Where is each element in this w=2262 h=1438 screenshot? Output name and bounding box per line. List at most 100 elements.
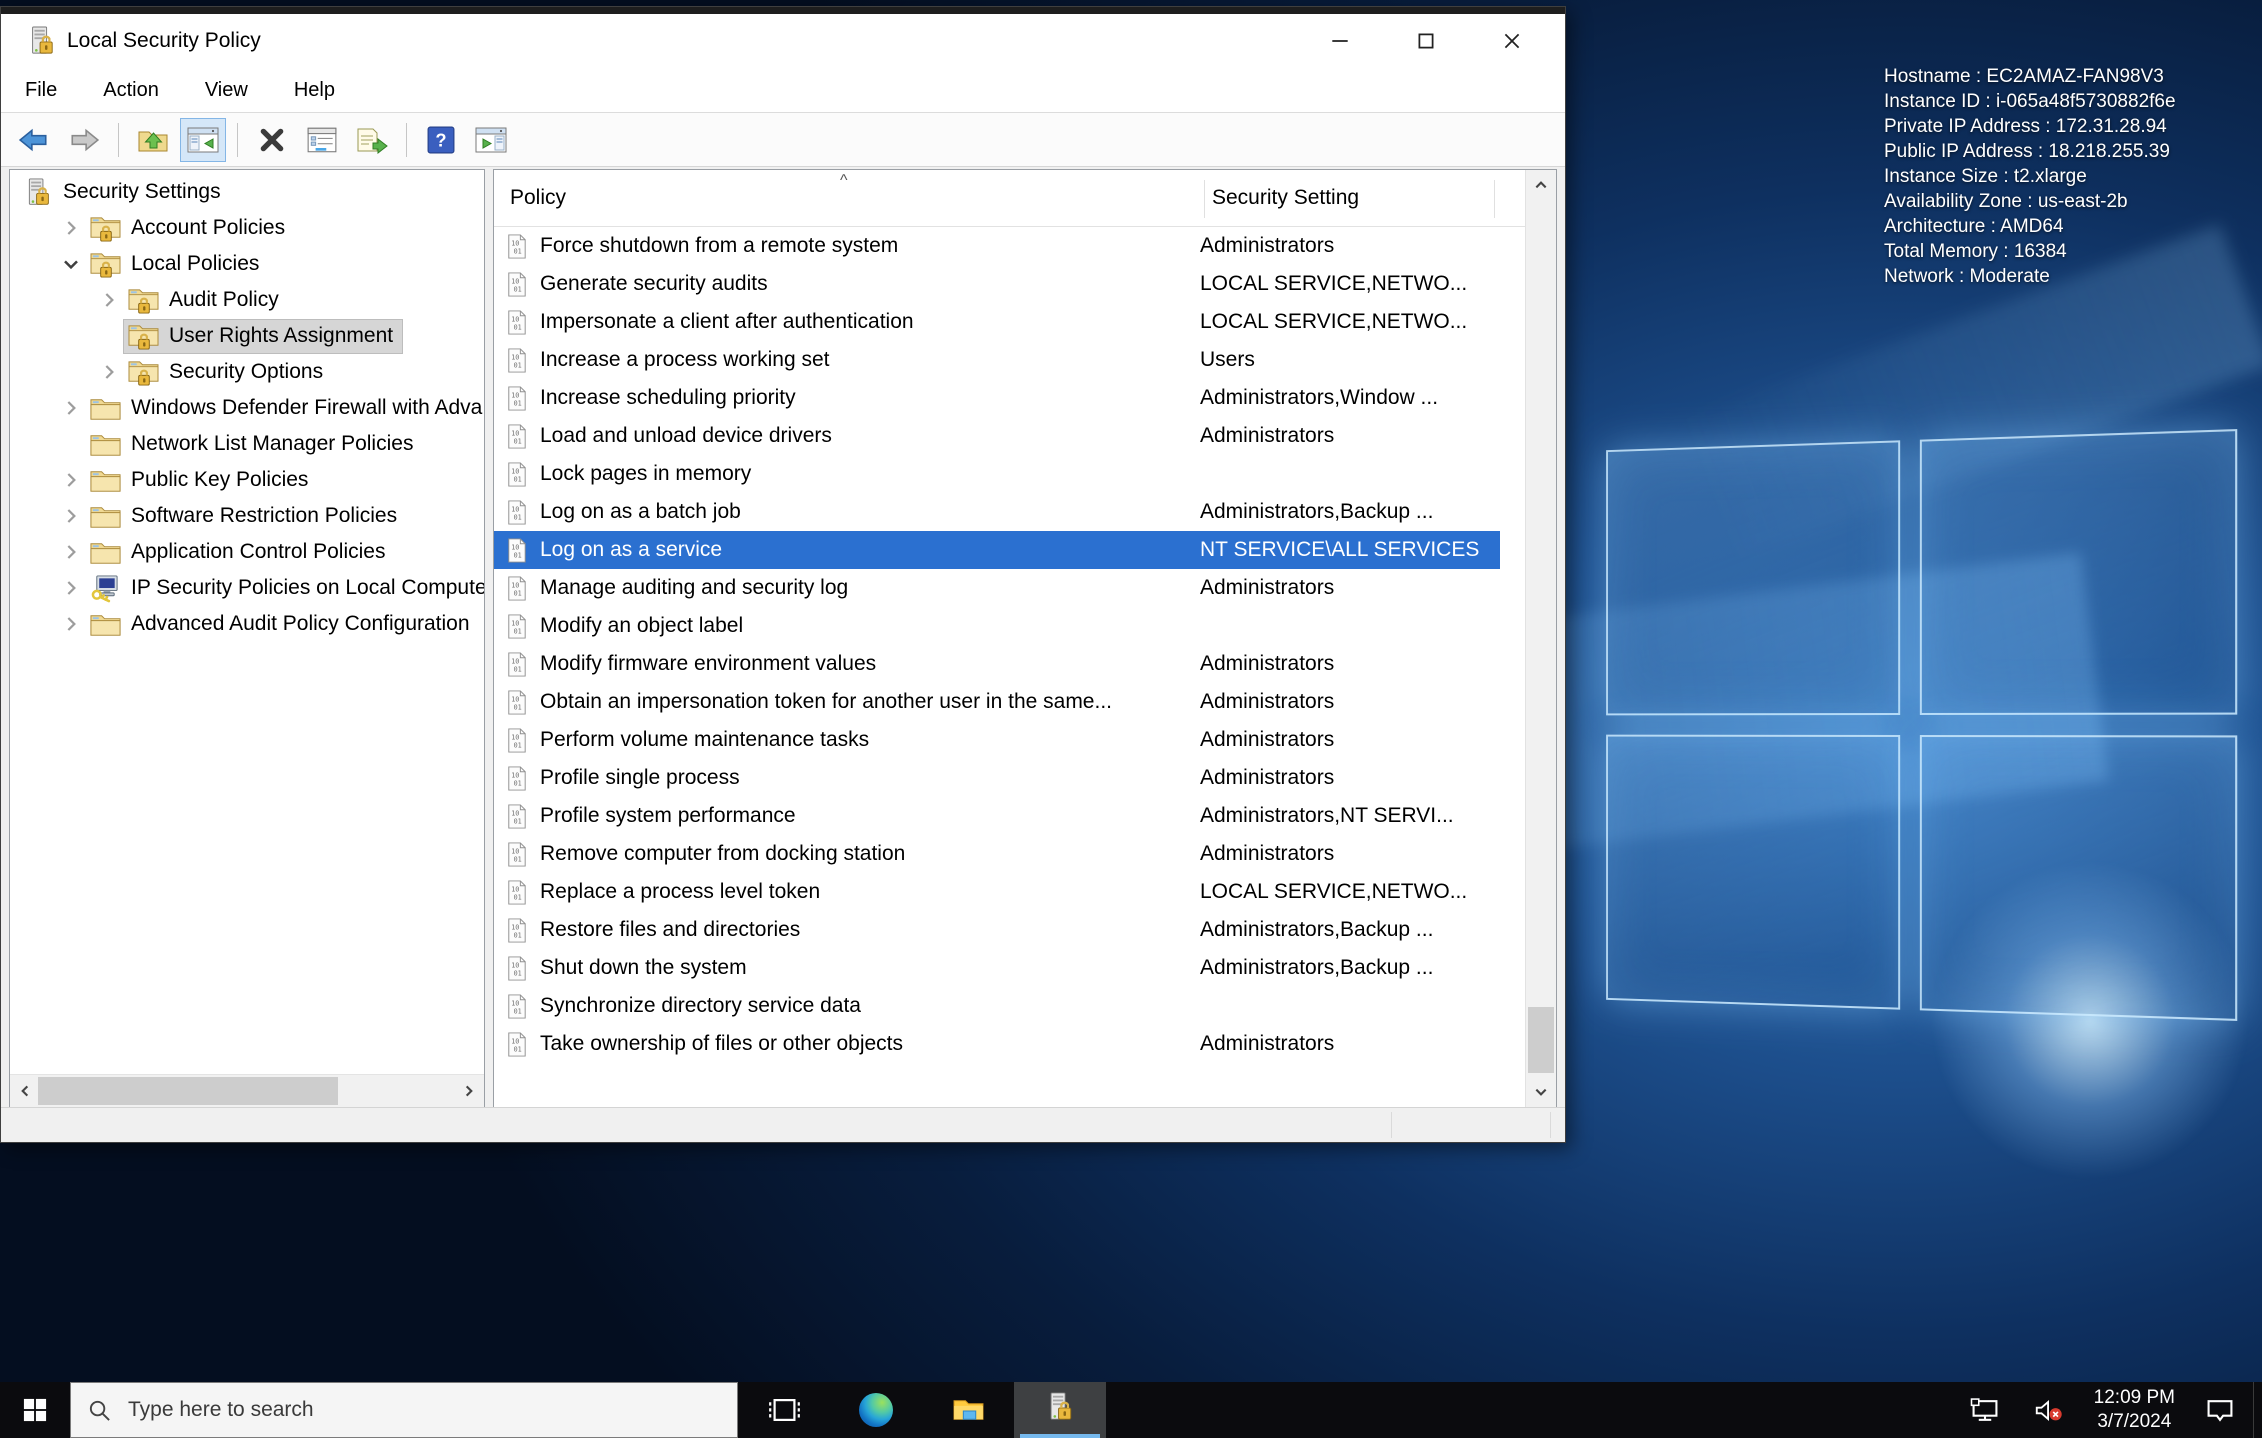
tree-item-content[interactable]: Account Policies <box>86 212 294 245</box>
scroll-down-arrow[interactable] <box>1526 1077 1556 1107</box>
tree-item-windows-defender-firewall-with-adva[interactable]: Windows Defender Firewall with Adva <box>10 390 484 426</box>
title-bar[interactable]: Local Security Policy <box>1 14 1565 68</box>
column-divider[interactable] <box>1494 180 1495 218</box>
tree-item-content[interactable]: Audit Policy <box>124 284 288 317</box>
collapse-chevron-icon[interactable] <box>56 249 86 279</box>
up-one-level-button[interactable] <box>130 118 176 162</box>
policy-row-lock-pages-in-memory[interactable]: 10 01 Lock pages in memory <box>494 455 1500 493</box>
show-action-pane-button[interactable] <box>468 118 514 162</box>
tree-item-public-key-policies[interactable]: Public Key Policies <box>10 462 484 498</box>
expand-chevron-icon[interactable] <box>56 609 86 639</box>
column-divider[interactable] <box>1204 180 1205 218</box>
tree-item-audit-policy[interactable]: Audit Policy <box>10 282 484 318</box>
show-desktop-button[interactable] <box>2253 1382 2262 1438</box>
back-button[interactable] <box>11 118 57 162</box>
menu-action[interactable]: Action <box>103 79 159 102</box>
expand-chevron-icon[interactable] <box>56 393 86 423</box>
tree-item-content[interactable]: IP Security Policies on Local Compute <box>86 572 484 605</box>
forward-button[interactable] <box>61 118 107 162</box>
policy-row-shut-down-the-system[interactable]: 10 01 Shut down the system Administrators,B… <box>494 949 1500 987</box>
expand-chevron-icon[interactable] <box>56 465 86 495</box>
taskbar-clock[interactable]: 12:09 PM 3/7/2024 <box>2094 1386 2175 1434</box>
scroll-right-arrow[interactable] <box>454 1075 484 1107</box>
tree-item-content[interactable]: Security Options <box>124 356 332 389</box>
tree-item-content[interactable]: Application Control Policies <box>86 536 394 569</box>
tree-item-content[interactable]: Local Policies <box>86 248 268 281</box>
policy-row-generate-security-audits[interactable]: 10 01 Generate security audits LOCAL SERVIC… <box>494 265 1500 303</box>
menu-view[interactable]: View <box>205 79 248 102</box>
expand-chevron-icon[interactable] <box>56 573 86 603</box>
expand-chevron-icon[interactable] <box>56 501 86 531</box>
list-vertical-scrollbar[interactable] <box>1525 170 1556 1107</box>
tree-item-account-policies[interactable]: Account Policies <box>10 210 484 246</box>
show-console-tree-button[interactable] <box>180 117 226 162</box>
tree-horizontal-scrollbar[interactable] <box>10 1074 484 1107</box>
minimize-button[interactable] <box>1297 14 1383 68</box>
policy-row-log-on-as-a-batch-job[interactable]: 10 01 Log on as a batch job Administrators,… <box>494 493 1500 531</box>
policy-row-load-and-unload-device-drivers[interactable]: 10 01 Load and unload device drivers Admini… <box>494 417 1500 455</box>
policy-row-take-ownership-of-files-or-other-objects[interactable]: 10 01 Take ownership of files or other obj… <box>494 1025 1500 1063</box>
tree-item-content[interactable]: Windows Defender Firewall with Adva <box>86 392 484 425</box>
policy-row-increase-scheduling-priority[interactable]: 10 01 Increase scheduling priority Administ… <box>494 379 1500 417</box>
policy-row-perform-volume-maintenance-tasks[interactable]: 10 01 Perform volume maintenance tasks Admi… <box>494 721 1500 759</box>
maximize-button[interactable] <box>1383 14 1469 68</box>
column-header-policy[interactable]: Policy <box>510 170 566 226</box>
expand-chevron-icon[interactable] <box>56 213 86 243</box>
policy-row-log-on-as-a-service[interactable]: 10 01 Log on as a service NT SERVICE\ALL SE… <box>494 531 1500 569</box>
delete-button[interactable] <box>249 118 295 162</box>
tree-item-local-policies[interactable]: Local Policies <box>10 246 484 282</box>
start-button[interactable] <box>0 1382 70 1438</box>
help-button[interactable]: ? <box>418 118 464 162</box>
tree-item-software-restriction-policies[interactable]: Software Restriction Policies <box>10 498 484 534</box>
expand-chevron-icon[interactable] <box>56 537 86 567</box>
policy-row-modify-an-object-label[interactable]: 10 01 Modify an object label <box>494 607 1500 645</box>
policy-row-profile-single-process[interactable]: 10 01 Profile single process Administrators <box>494 759 1500 797</box>
tree-selection[interactable]: User Rights Assignment <box>122 318 404 354</box>
tree-item-application-control-policies[interactable]: Application Control Policies <box>10 534 484 570</box>
expand-chevron-icon[interactable] <box>94 285 124 315</box>
policy-row-replace-a-process-level-token[interactable]: 10 01 Replace a process level token LOCAL S… <box>494 873 1500 911</box>
tree-item-security-options[interactable]: Security Options <box>10 354 484 390</box>
scroll-left-arrow[interactable] <box>10 1075 40 1107</box>
search-input[interactable] <box>126 1397 690 1423</box>
instance-info-line: Hostname : EC2AMAZ-FAN98V3 <box>1884 66 2164 87</box>
policy-row-synchronize-directory-service-data[interactable]: 10 01 Synchronize directory service data <box>494 987 1500 1025</box>
policy-row-modify-firmware-environment-values[interactable]: 10 01 Modify firmware environment values Ad… <box>494 645 1500 683</box>
edge-taskbar-button[interactable] <box>830 1382 922 1438</box>
policy-row-obtain-an-impersonation-token-for-anothe[interactable]: 10 01 Obtain an impersonation token for an… <box>494 683 1500 721</box>
tree-item-security-settings[interactable]: Security Settings <box>10 174 484 210</box>
task-view-button[interactable] <box>738 1382 830 1438</box>
properties-button[interactable] <box>299 118 345 162</box>
expand-chevron-icon[interactable] <box>94 357 124 387</box>
volume-muted-icon[interactable] <box>2030 1390 2068 1430</box>
column-header-security-setting[interactable]: Security Setting <box>1212 170 1359 226</box>
tree-item-content[interactable]: Software Restriction Policies <box>86 500 406 533</box>
local-security-policy-taskbar-button[interactable] <box>1014 1382 1106 1438</box>
policy-row-restore-files-and-directories[interactable]: 10 01 Restore files and directories Adminis… <box>494 911 1500 949</box>
tree-item-content[interactable]: Public Key Policies <box>86 464 317 497</box>
tree-item-content[interactable]: Security Settings <box>18 176 230 209</box>
policy-row-impersonate-a-client-after-authenticatio[interactable]: 10 01 Impersonate a client after authentic… <box>494 303 1500 341</box>
tree-item-content[interactable]: Advanced Audit Policy Configuration <box>86 608 479 641</box>
taskbar-search[interactable] <box>70 1382 738 1438</box>
scrollbar-thumb[interactable] <box>38 1077 338 1105</box>
policy-row-force-shutdown-from-a-remote-system[interactable]: 10 01 Force shutdown from a remote system A… <box>494 227 1500 265</box>
scroll-up-arrow[interactable] <box>1526 170 1556 200</box>
tree-item-user-rights-assignment[interactable]: User Rights Assignment <box>10 318 484 354</box>
policy-row-manage-auditing-and-security-log[interactable]: 10 01 Manage auditing and security log Admi… <box>494 569 1500 607</box>
policy-row-remove-computer-from-docking-station[interactable]: 10 01 Remove computer from docking station… <box>494 835 1500 873</box>
menu-file[interactable]: File <box>25 79 57 102</box>
tree-item-network-list-manager-policies[interactable]: Network List Manager Policies <box>10 426 484 462</box>
menu-help[interactable]: Help <box>294 79 335 102</box>
tree-item-ip-security-policies-on-local-compute[interactable]: IP Security Policies on Local Compute <box>10 570 484 606</box>
scrollbar-thumb[interactable] <box>1528 1007 1554 1073</box>
network-icon[interactable] <box>1966 1390 2004 1430</box>
close-button[interactable] <box>1469 14 1555 68</box>
action-center-icon[interactable] <box>2201 1390 2239 1430</box>
policy-row-profile-system-performance[interactable]: 10 01 Profile system performance Administra… <box>494 797 1500 835</box>
policy-row-increase-a-process-working-set[interactable]: 10 01 Increase a process working set Users <box>494 341 1500 379</box>
tree-item-advanced-audit-policy-configuration[interactable]: Advanced Audit Policy Configuration <box>10 606 484 642</box>
export-list-button[interactable] <box>349 118 395 162</box>
file-explorer-taskbar-button[interactable] <box>922 1382 1014 1438</box>
tree-item-content[interactable]: Network List Manager Policies <box>86 428 422 461</box>
